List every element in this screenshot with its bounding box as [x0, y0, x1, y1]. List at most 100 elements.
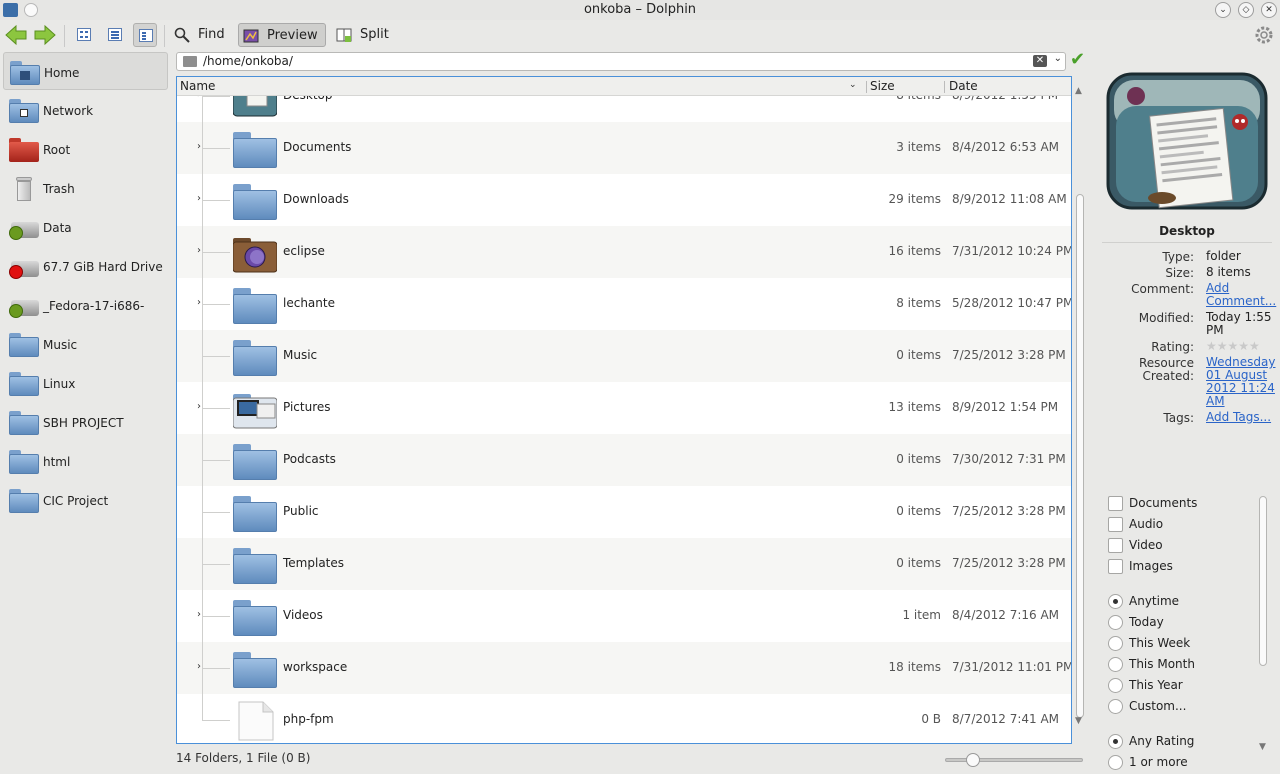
resource-created-link[interactable]: Wednesday 01 August 2012 11:24 AM [1206, 355, 1275, 408]
place-music[interactable]: Music [3, 325, 168, 363]
radio-button[interactable] [1108, 755, 1123, 770]
expand-chevron-icon[interactable]: › [197, 193, 201, 204]
clear-location-icon[interactable]: ✕ [1033, 55, 1047, 67]
icons-view-icon [77, 28, 91, 41]
file-row[interactable]: › lechante 8 items 5/28/2012 10:47 PM [177, 278, 1071, 330]
chevron-down-icon[interactable]: ⌄ [1054, 53, 1062, 64]
icons-view-button[interactable] [72, 23, 96, 47]
places-splitter[interactable] [170, 50, 173, 760]
facet-label: 1 or more [1129, 755, 1188, 769]
close-button[interactable]: ✕ [1261, 2, 1277, 18]
expand-chevron-icon[interactable]: › [197, 609, 201, 620]
gear-icon[interactable] [1253, 24, 1275, 46]
checkbox[interactable] [1108, 517, 1123, 532]
file-view[interactable]: Name ⌄ Size Date › Desktop 8 items 8/9/2012… [176, 76, 1072, 744]
facet-label: Any Rating [1129, 734, 1195, 748]
info-key: Type: [1162, 250, 1194, 264]
radio-button[interactable] [1108, 594, 1123, 609]
star-icon[interactable]: ★★★★★ [1206, 340, 1260, 353]
radio-button[interactable] [1108, 678, 1123, 693]
place-html[interactable]: html [3, 442, 168, 480]
file-row[interactable]: › eclipse 16 items 7/31/2012 10:24 PM [177, 226, 1071, 278]
scrollbar-thumb[interactable] [1076, 194, 1084, 718]
file-row[interactable]: php-fpm 0 B 8/7/2012 7:41 AM [177, 694, 1071, 743]
checkbox[interactable] [1108, 538, 1123, 553]
find-button[interactable]: Find [170, 23, 230, 47]
checkbox[interactable] [1108, 559, 1123, 574]
zoom-slider-handle[interactable] [966, 753, 980, 767]
expand-chevron-icon[interactable]: › [197, 661, 201, 672]
file-date: 7/25/2012 3:28 PM [952, 504, 1066, 518]
place-cic-project[interactable]: CIC Project [3, 481, 168, 519]
chevron-down-icon[interactable]: ⌄ [849, 80, 857, 90]
rating-stars[interactable]: ★★★★★ [1206, 340, 1276, 353]
panel-splitter[interactable] [1092, 470, 1280, 476]
minimize-button[interactable]: ⌄ [1215, 2, 1231, 18]
scroll-down-icon[interactable]: ▼ [1075, 716, 1082, 726]
file-row[interactable]: Music 0 items 7/25/2012 3:28 PM [177, 330, 1071, 382]
file-row[interactable]: › Videos 1 item 8/4/2012 7:16 AM [177, 590, 1071, 642]
expand-chevron-icon[interactable]: › [197, 141, 201, 152]
preview-icon [243, 29, 259, 43]
radio-button[interactable] [1108, 734, 1123, 749]
facet-label: This Month [1129, 657, 1195, 671]
place-label: html [43, 455, 71, 469]
file-view-scrollbar[interactable]: ▲ ▼ [1073, 86, 1086, 742]
place-fedora[interactable]: _Fedora-17-i686- [3, 286, 168, 324]
file-date: 8/9/2012 1:54 PM [952, 400, 1059, 414]
file-row[interactable]: › Pictures 13 items 8/9/2012 1:54 PM [177, 382, 1071, 434]
column-separator[interactable] [866, 81, 867, 93]
place-hard-drive[interactable]: 67.7 GiB Hard Drive [3, 247, 168, 285]
radio-button[interactable] [1108, 657, 1123, 672]
file-date: 8/9/2012 1:55 PM [952, 96, 1058, 102]
zoom-slider[interactable] [945, 753, 1083, 767]
column-size[interactable]: Size [870, 79, 895, 93]
place-sbh-project[interactable]: SBH PROJECT [3, 403, 168, 441]
column-separator[interactable] [944, 81, 945, 93]
split-button[interactable]: Split [332, 23, 394, 47]
file-row[interactable]: Templates 0 items 7/25/2012 3:28 PM [177, 538, 1071, 590]
column-name[interactable]: Name [180, 79, 215, 93]
place-trash[interactable]: Trash [3, 169, 168, 207]
file-row[interactable]: › Documents 3 items 8/4/2012 6:53 AM [177, 122, 1071, 174]
file-row[interactable]: Public 0 items 7/25/2012 3:28 PM [177, 486, 1071, 538]
place-home[interactable]: Home [3, 52, 168, 90]
forward-arrow-icon [34, 24, 56, 46]
desktop-folder-preview-icon [1106, 72, 1268, 210]
place-network[interactable]: Network [3, 91, 168, 129]
place-linux[interactable]: Linux [3, 364, 168, 402]
radio-button[interactable] [1108, 615, 1123, 630]
place-label: Music [43, 338, 78, 352]
file-row[interactable]: › Desktop 8 items 8/9/2012 1:55 PM [177, 96, 1071, 122]
preview-button[interactable]: Preview [238, 23, 326, 47]
column-date[interactable]: Date [949, 79, 978, 93]
expand-chevron-icon[interactable]: › [197, 297, 201, 308]
location-path[interactable]: /home/onkoba/ [203, 54, 293, 68]
checkmark-icon[interactable]: ✔ [1070, 51, 1088, 69]
scrollbar-thumb[interactable] [1259, 496, 1267, 666]
info-splitter[interactable] [1088, 50, 1091, 760]
expand-chevron-icon[interactable]: › [197, 96, 201, 100]
radio-button[interactable] [1108, 699, 1123, 714]
add-comment-link[interactable]: Add Comment... [1206, 281, 1276, 308]
expand-chevron-icon[interactable]: › [197, 245, 201, 256]
place-root[interactable]: Root [3, 130, 168, 168]
expand-chevron-icon[interactable]: › [197, 401, 201, 412]
facets-scrollbar[interactable]: ▼ [1257, 490, 1269, 760]
add-tags-link[interactable]: Add Tags... [1206, 410, 1271, 424]
place-data[interactable]: Data [3, 208, 168, 246]
file-row[interactable]: › workspace 18 items 7/31/2012 11:01 PM [177, 642, 1071, 694]
file-row[interactable]: Podcasts 0 items 7/30/2012 7:31 PM [177, 434, 1071, 486]
status-bar: 14 Folders, 1 File (0 B) [170, 748, 1090, 770]
scroll-up-icon[interactable]: ▲ [1075, 86, 1082, 96]
radio-button[interactable] [1108, 636, 1123, 651]
checkbox[interactable] [1108, 496, 1123, 511]
scroll-down-icon[interactable]: ▼ [1259, 742, 1266, 752]
back-button[interactable] [4, 24, 28, 46]
compact-view-button[interactable] [103, 23, 127, 47]
location-bar[interactable]: /home/onkoba/ ✕ ⌄ [176, 52, 1066, 71]
maximize-button[interactable]: ◇ [1238, 2, 1254, 18]
file-row[interactable]: › Downloads 29 items 8/9/2012 11:08 AM [177, 174, 1071, 226]
forward-button[interactable] [33, 24, 57, 46]
details-view-button[interactable] [133, 23, 157, 47]
